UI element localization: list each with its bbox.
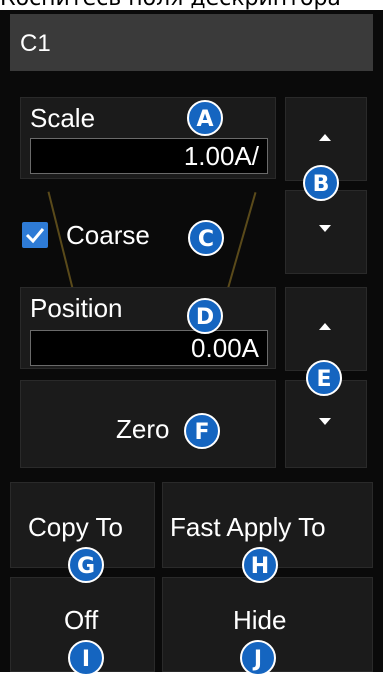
- arrow-up-icon: [319, 134, 331, 141]
- copy-to-label: Copy To: [28, 512, 123, 542]
- scale-down-button[interactable]: [285, 190, 367, 274]
- callout-f-badge: F: [184, 413, 220, 449]
- callout-a-badge: A: [187, 100, 223, 136]
- off-label: Off: [64, 605, 99, 635]
- callout-c-badge: C: [188, 220, 224, 256]
- zero-label: Zero: [116, 414, 170, 444]
- arrow-up-icon: [319, 323, 331, 330]
- fast-apply-to-label: Fast Apply To: [170, 512, 326, 542]
- scale-value-field[interactable]: 1.00A/: [30, 138, 268, 174]
- channel-title: C1: [20, 30, 51, 57]
- caption-text: Коснитесь поля дескриптора: [0, 0, 383, 10]
- callout-i-badge: I: [68, 640, 104, 676]
- position-label: Position: [30, 293, 123, 323]
- callout-j-badge: J: [240, 640, 276, 676]
- position-value-field[interactable]: 0.00A: [30, 330, 268, 366]
- arrow-down-icon: [319, 225, 331, 232]
- callout-g-badge: G: [68, 547, 104, 583]
- channel-title-bar: [10, 14, 373, 71]
- arrow-down-icon: [319, 418, 331, 425]
- hide-label: Hide: [233, 605, 287, 635]
- coarse-checkbox[interactable]: [22, 222, 48, 248]
- callout-b-badge: B: [303, 165, 339, 201]
- coarse-label: Coarse: [66, 220, 150, 250]
- callout-e-badge: E: [306, 360, 342, 396]
- checkmark-icon: [25, 228, 45, 244]
- callout-h-badge: H: [242, 547, 278, 583]
- scale-label: Scale: [30, 103, 96, 133]
- callout-d-badge: D: [187, 298, 223, 334]
